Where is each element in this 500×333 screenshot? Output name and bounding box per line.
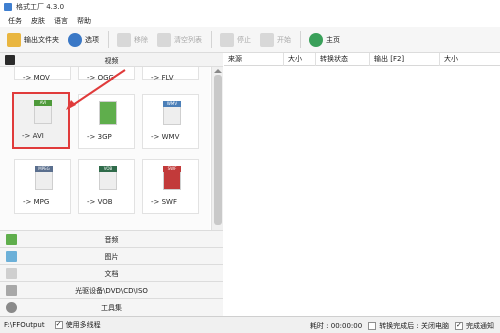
output-folder-label: 输出文件夹 xyxy=(24,35,59,44)
output-folder-button[interactable]: 输出文件夹 xyxy=(7,32,59,47)
category-tools[interactable]: 工具集 xyxy=(0,298,223,316)
menu-bar: 任务 皮肤 语言 帮助 xyxy=(0,14,500,27)
column-size[interactable]: 大小 xyxy=(284,53,316,66)
mpg-file-icon: MPEG xyxy=(35,166,53,190)
category-rom-label: 光驱设备\DVD\CD\ISO xyxy=(75,287,148,295)
task-list-panel: 来源 大小 转换状态 输出 [F2] 大小 xyxy=(224,53,500,316)
home-button[interactable]: 主页 xyxy=(309,32,340,47)
toolbar-separator xyxy=(108,31,109,48)
vob-file-icon: VOB xyxy=(99,166,117,190)
elapsed-time: 耗时 : 00:00:00 xyxy=(309,321,363,330)
format-label: -> FLV xyxy=(151,74,174,82)
notify-option[interactable]: 完成通知 xyxy=(455,321,494,331)
remove-icon xyxy=(117,32,131,47)
multithread-label: 使用多线程 xyxy=(65,321,101,329)
format-tile-flv[interactable]: -> FLV xyxy=(142,67,199,82)
title-bar: 格式工厂 4.3.0 xyxy=(0,0,500,14)
start-label: 开始 xyxy=(277,35,291,44)
format-label: -> VOB xyxy=(87,198,113,206)
clear-list-icon xyxy=(157,32,171,47)
folder-icon xyxy=(7,32,21,47)
format-label: -> 3GP xyxy=(87,133,112,141)
scroll-up-icon[interactable] xyxy=(214,69,222,73)
column-source[interactable]: 来源 xyxy=(224,53,284,66)
category-tools-label: 工具集 xyxy=(101,304,122,312)
stop-button[interactable]: 停止 xyxy=(220,32,251,47)
output-path[interactable]: F:\FFOutput xyxy=(0,321,45,329)
category-video-header[interactable]: 视频 xyxy=(0,53,223,67)
scrollbar-thumb[interactable] xyxy=(214,75,222,225)
category-audio[interactable]: 音频 xyxy=(0,230,223,247)
clear-list-label: 清空列表 xyxy=(174,35,202,44)
format-label: -> WMV xyxy=(151,133,180,141)
category-video-label: 视频 xyxy=(104,57,119,65)
format-tile-wmv[interactable]: WMV -> WMV xyxy=(142,94,199,149)
toolbar-separator xyxy=(211,31,212,48)
category-picture-label: 图片 xyxy=(104,253,119,261)
start-icon xyxy=(260,32,274,47)
category-picture[interactable]: 图片 xyxy=(0,247,223,264)
format-tile-mpg[interactable]: MPEG -> MPG xyxy=(14,159,71,214)
wmv-file-icon: WMV xyxy=(163,101,181,125)
format-label: -> AVI xyxy=(22,132,44,140)
options-button[interactable]: 选项 xyxy=(68,32,99,47)
start-button[interactable]: 开始 xyxy=(260,32,291,47)
after-done-option[interactable]: 转换完成后 : 关闭电脑 xyxy=(368,321,449,331)
multithread-checkbox[interactable] xyxy=(54,320,63,329)
annotation-arrow-icon xyxy=(66,69,126,110)
category-rom-device[interactable]: 光驱设备\DVD\CD\ISO xyxy=(0,281,223,298)
globe-icon xyxy=(309,32,323,47)
toolbar-separator xyxy=(300,31,301,48)
clear-list-button[interactable]: 清空列表 xyxy=(157,32,202,47)
format-tile-swf[interactable]: SWF -> SWF xyxy=(142,159,199,214)
stop-icon xyxy=(220,32,234,47)
home-label: 主页 xyxy=(326,35,340,44)
options-label: 选项 xyxy=(85,35,99,44)
options-icon xyxy=(68,32,82,47)
column-output[interactable]: 输出 [F2] xyxy=(370,53,440,66)
toolbar: 输出文件夹 选项 移除 清空列表 停止 开始 主页 xyxy=(0,27,500,53)
format-label: -> MPG xyxy=(23,198,50,206)
after-done-label: 转换完成后 : 关闭电脑 xyxy=(379,321,449,330)
notify-checkbox[interactable] xyxy=(455,321,463,330)
multithread-option[interactable]: 使用多线程 xyxy=(54,320,101,330)
status-right: 耗时 : 00:00:00 转换完成后 : 关闭电脑 完成通知 xyxy=(310,317,500,333)
category-document[interactable]: 文档 xyxy=(0,264,223,281)
app-logo-icon xyxy=(4,3,12,11)
remove-label: 移除 xyxy=(134,35,148,44)
stop-label: 停止 xyxy=(237,35,251,44)
menu-help[interactable]: 帮助 xyxy=(77,16,91,26)
menu-task[interactable]: 任务 xyxy=(8,16,22,26)
column-output-size[interactable]: 大小 xyxy=(440,53,500,66)
format-label: -> SWF xyxy=(151,198,178,206)
swf-file-icon: SWF xyxy=(163,166,181,190)
menu-language[interactable]: 语言 xyxy=(54,16,68,26)
format-tile-vob[interactable]: VOB -> VOB xyxy=(78,159,135,214)
notify-label: 完成通知 xyxy=(466,321,494,330)
task-list-header: 来源 大小 转换状态 输出 [F2] 大小 xyxy=(224,53,500,66)
category-panel: 视频 -> MOV -> OGG -> FLV AVI -> AVI -> 3G… xyxy=(0,53,223,316)
after-done-checkbox[interactable] xyxy=(368,321,377,330)
category-audio-label: 音频 xyxy=(104,236,119,244)
status-bar: F:\FFOutput 使用多线程 耗时 : 00:00:00 转换完成后 : … xyxy=(0,316,500,333)
category-document-label: 文档 xyxy=(104,270,119,278)
column-status[interactable]: 转换状态 xyxy=(316,53,370,66)
menu-skin[interactable]: 皮肤 xyxy=(31,16,45,26)
remove-button[interactable]: 移除 xyxy=(117,32,148,47)
window-title: 格式工厂 4.3.0 xyxy=(16,3,65,11)
